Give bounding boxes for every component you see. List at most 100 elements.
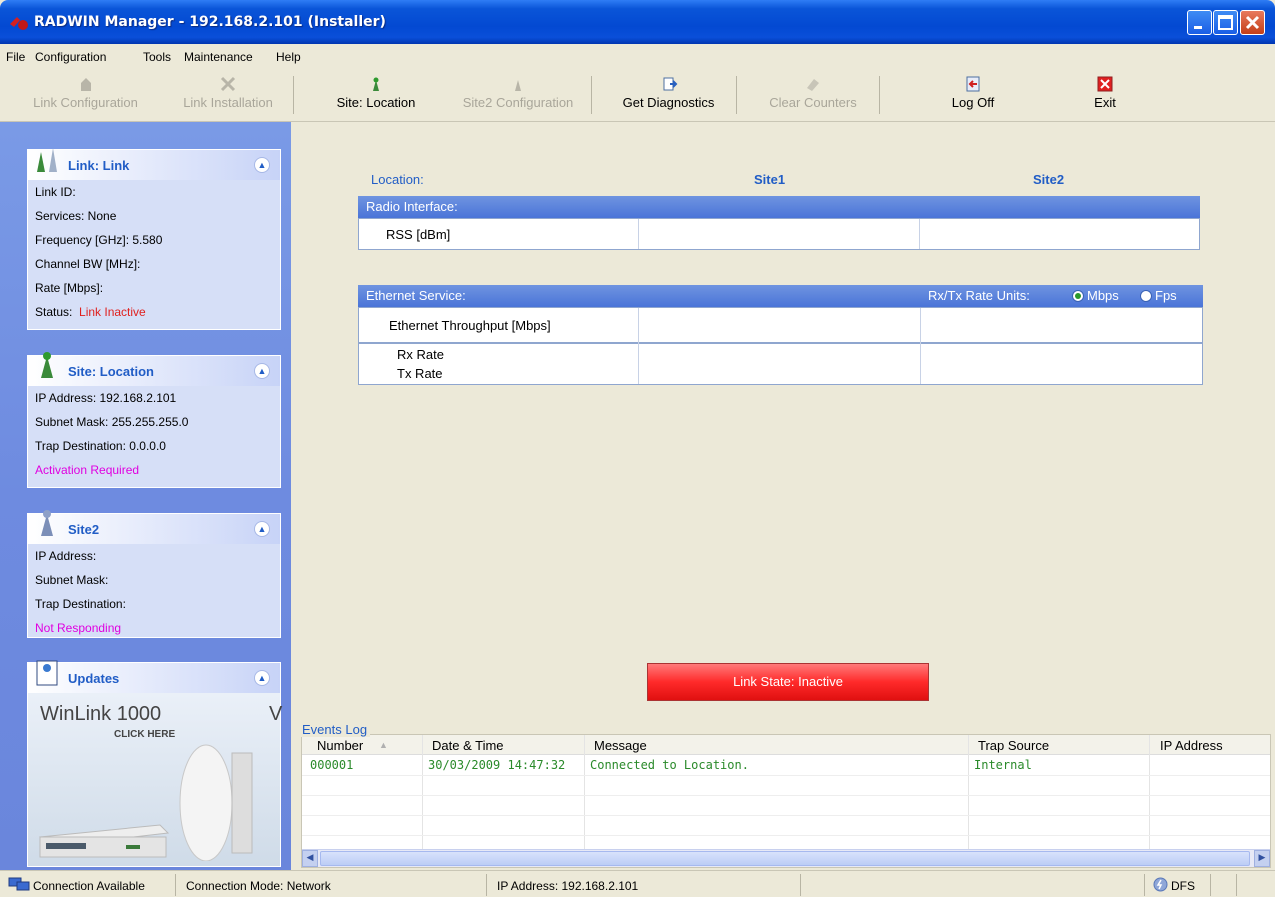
col-datetime[interactable]: Date & Time [432, 738, 504, 753]
minimize-button[interactable] [1187, 10, 1212, 35]
status-row: Status: Link Inactive [28, 300, 280, 324]
col-ip-address[interactable]: IP Address [1160, 738, 1223, 753]
event-message: Connected to Location. [590, 758, 749, 772]
ip-address-row: IP Address: 192.168.2.101 [35, 391, 177, 405]
column-divider [920, 308, 921, 384]
link-panel-title: Link: Link [68, 158, 130, 173]
event-trap-source: Internal [974, 758, 1032, 772]
link-installation-label: Link Installation [183, 95, 273, 110]
exit-icon [1097, 76, 1113, 92]
link-installation-button[interactable]: Link Installation [172, 75, 284, 110]
tools-icon [220, 76, 236, 92]
site-location-panel-header[interactable]: Site: Location ▲ [28, 352, 280, 386]
get-diagnostics-button[interactable]: Get Diagnostics [607, 75, 730, 110]
site2-configuration-button[interactable]: Site2 Configuration [450, 75, 586, 110]
winlink-banner[interactable]: WinLink 1000 V CLICK HERE [28, 693, 282, 866]
exit-button[interactable]: Exit [1077, 75, 1133, 110]
rx-rate-label: Rx Rate [397, 347, 444, 362]
maximize-button[interactable] [1213, 10, 1238, 35]
location-label: Location: [371, 172, 424, 187]
menu-help[interactable]: Help [276, 50, 301, 64]
toolbar-separator [736, 76, 737, 114]
column-divider [919, 219, 920, 249]
link-configuration-button[interactable]: Link Configuration [18, 75, 153, 110]
events-table: Number ▲ Date & Time Message Trap Source… [301, 734, 1271, 868]
site2-column-header: Site2 [1033, 172, 1065, 187]
column-divider [422, 735, 423, 849]
status-separator [175, 874, 176, 896]
subnet-mask-row: Subnet Mask: [35, 573, 109, 587]
ethernet-table: Ethernet Throughput [Mbps] Rx Rate Tx Ra… [358, 307, 1203, 385]
site2-configuration-label: Site2 Configuration [462, 95, 574, 110]
ethernet-service-label: Ethernet Service: [366, 288, 466, 303]
status-ip-address: IP Address: 192.168.2.101 [497, 879, 639, 893]
frequency-row: Frequency [GHz]: 5.580 [35, 233, 163, 247]
row-divider [302, 835, 1270, 836]
events-log-legend: Events Log [299, 722, 371, 737]
updates-panel-title: Updates [68, 671, 120, 686]
mbps-radio-label: Mbps [1087, 288, 1119, 303]
link-panel: Link: Link ▲ Link ID: Services: None Fre… [27, 148, 281, 330]
dfs-status: DFS [1171, 879, 1195, 893]
updates-panel: Updates ▲ WinLink 1000 V CLICK HERE [27, 660, 282, 867]
close-button[interactable] [1240, 10, 1265, 35]
row-divider [359, 342, 1202, 344]
status-separator [1210, 874, 1211, 896]
scroll-right-icon[interactable]: ▶ [1254, 850, 1270, 867]
fps-radio-label: Fps [1155, 288, 1177, 303]
close-icon [1245, 15, 1260, 30]
radio-unselected-icon [1140, 290, 1152, 302]
menu-tools[interactable]: Tools [143, 50, 171, 64]
ethernet-service-header: Ethernet Service: Rx/Tx Rate Units: Mbps… [358, 285, 1203, 307]
link-configuration-label: Link Configuration [33, 95, 138, 110]
tx-rate-label: Tx Rate [397, 366, 443, 381]
site-antenna-icon [373, 77, 379, 91]
link-panel-header[interactable]: Link: Link ▲ [28, 148, 280, 180]
site2-panel-header[interactable]: Site2 ▲ [28, 510, 280, 544]
updates-document-icon [36, 660, 58, 686]
main-content: Location: Site1 Site2 Radio Interface: R… [291, 122, 1275, 726]
collapse-chevron-icon[interactable]: ▲ [254, 521, 270, 537]
horizontal-scrollbar[interactable]: ◀ ▶ [302, 849, 1270, 867]
menu-configuration[interactable]: Configuration [35, 50, 106, 64]
menu-file[interactable]: File [6, 50, 25, 64]
clear-counters-label: Clear Counters [769, 95, 857, 110]
site2-panel: Site2 ▲ IP Address: Subnet Mask: Trap De… [27, 510, 281, 638]
eraser-icon [807, 79, 819, 91]
title-bar[interactable]: RADWIN Manager - 192.168.2.101 (Installe… [0, 0, 1275, 44]
mbps-radio[interactable]: Mbps [1072, 285, 1119, 307]
radwin-app-icon [10, 17, 28, 30]
col-number[interactable]: Number [317, 738, 363, 753]
site2-panel-title: Site2 [68, 522, 100, 537]
menu-maintenance[interactable]: Maintenance [184, 50, 253, 64]
status-separator [800, 874, 801, 896]
clear-counters-button[interactable]: Clear Counters [752, 75, 874, 110]
status-value: Link Inactive [79, 305, 146, 319]
minimize-icon [1194, 26, 1202, 29]
collapse-chevron-icon[interactable]: ▲ [254, 157, 270, 173]
col-trap-source[interactable]: Trap Source [978, 738, 1049, 753]
status-separator [486, 874, 487, 896]
menu-bar: File Configuration Tools Maintenance Hel… [0, 44, 1275, 70]
site-location-panel-title: Site: Location [68, 364, 154, 379]
status-separator [1144, 874, 1145, 896]
site-antenna-icon [41, 352, 53, 378]
col-message[interactable]: Message [594, 738, 647, 753]
activation-required-note[interactable]: Activation Required [28, 458, 280, 482]
not-responding-note: Not Responding [35, 621, 122, 635]
scroll-thumb[interactable] [320, 851, 1250, 866]
site-location-button[interactable]: Site: Location [326, 75, 426, 110]
fps-radio[interactable]: Fps [1140, 285, 1177, 307]
log-off-button[interactable]: Log Off [925, 75, 1021, 110]
column-divider [968, 735, 969, 849]
site1-column-header: Site1 [754, 172, 786, 187]
toolbar-separator [591, 76, 592, 114]
dfs-icon [1153, 877, 1168, 892]
events-header-row: Number ▲ Date & Time Message Trap Source… [302, 735, 1270, 755]
rss-label: RSS [dBm] [386, 227, 451, 242]
collapse-chevron-icon[interactable]: ▲ [254, 670, 270, 686]
updates-panel-header[interactable]: Updates ▲ [28, 660, 280, 693]
scroll-left-icon[interactable]: ◀ [302, 850, 318, 867]
collapse-chevron-icon[interactable]: ▲ [254, 363, 270, 379]
row-divider [302, 775, 1270, 776]
